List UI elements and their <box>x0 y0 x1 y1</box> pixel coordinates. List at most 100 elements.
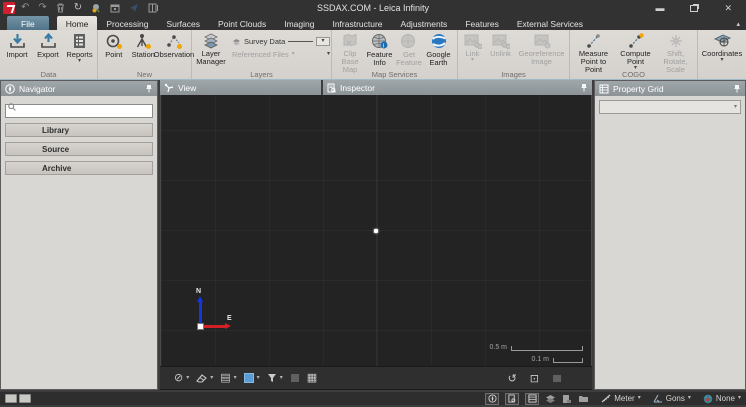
tab-processing[interactable]: Processing <box>97 16 157 30</box>
observation-button[interactable]: Observation <box>158 32 190 59</box>
sync-icon[interactable]: ↻ <box>74 3 82 13</box>
grid-toggle-button[interactable]: ▦ <box>307 373 317 384</box>
survey-data-row[interactable]: Survey Data ▾ <box>232 37 330 46</box>
georeference-image-label: Georeference Image <box>516 50 568 66</box>
search-input[interactable] <box>5 104 153 118</box>
pin-icon[interactable] <box>145 84 153 93</box>
archive-box-icon[interactable] <box>110 3 120 13</box>
measure-point-to-point-icon <box>585 33 603 49</box>
status-mini-button-2[interactable] <box>19 394 31 403</box>
edit-style-button[interactable]: ▾ <box>196 373 213 383</box>
navigator-panel: Navigator Library Source Archive <box>0 80 158 390</box>
tab-surfaces[interactable]: Surfaces <box>157 16 209 30</box>
feature-info-button[interactable]: i Feature Info <box>365 32 395 67</box>
navigator-section-library[interactable]: Library <box>5 123 153 137</box>
crs-dropdown[interactable]: None ▾ <box>703 394 741 404</box>
layers-more-dropdown[interactable]: ▾ <box>327 52 330 57</box>
view-tab[interactable]: View <box>160 80 321 95</box>
shift-rotate-scale-icon <box>668 33 684 49</box>
inspector-pin-icon[interactable] <box>580 83 588 92</box>
layer-visibility-button[interactable]: ▤▾ <box>220 373 236 384</box>
survey-data-style-dropdown[interactable]: ▾ <box>316 37 330 46</box>
property-grid-toggle-button[interactable] <box>525 393 539 405</box>
compute-point-button[interactable]: Compute Point ▾ <box>616 32 656 71</box>
map-canvas[interactable]: N E 0.5 m 0.1 m <box>160 95 592 366</box>
filter-button[interactable]: ▾ <box>267 373 283 383</box>
navigator-section-archive[interactable]: Archive <box>5 161 153 175</box>
unlink-label: Unlink <box>490 50 511 58</box>
window-layout-icon[interactable] <box>148 3 159 13</box>
tab-features[interactable]: Features <box>456 16 508 30</box>
restore-button[interactable] <box>690 5 698 12</box>
close-button[interactable]: ✕ <box>724 4 732 13</box>
navigator-section-source[interactable]: Source <box>5 142 153 156</box>
reset-rotation-button[interactable]: ↺ <box>508 372 517 385</box>
status-mini-button-1[interactable] <box>5 394 17 403</box>
tab-infrastructure[interactable]: Infrastructure <box>323 16 391 30</box>
import-button[interactable]: Import <box>2 32 33 59</box>
property-grid-header[interactable]: Property Grid <box>595 81 745 96</box>
layer-manager-button[interactable]: Layer Manager <box>193 32 229 66</box>
group-coordinates: Coordinates ▾ <box>698 30 746 79</box>
ribbon-tab-row: File Home Processing Surfaces Point Clou… <box>0 16 746 30</box>
display-mode-button[interactable]: ⊘▾ <box>174 373 189 384</box>
axis-north-arrow <box>199 301 202 323</box>
station-label: Station <box>132 51 155 59</box>
layers-status-icon[interactable] <box>545 394 556 404</box>
report-status-icon[interactable] <box>562 394 572 404</box>
inspector-toggle-button[interactable] <box>505 393 519 405</box>
tab-home[interactable]: Home <box>57 16 98 30</box>
property-grid-toggle-icon <box>528 394 537 403</box>
tab-imaging[interactable]: Imaging <box>275 16 323 30</box>
property-grid-pin-icon[interactable] <box>733 84 741 93</box>
link-button: Link ▾ <box>460 32 486 63</box>
layer-stack-icon: ▤ <box>220 373 230 384</box>
background-color-button[interactable]: ▾ <box>244 373 260 383</box>
group-map-services: Clip Base Map i Feature Info Get Feature… <box>332 30 458 79</box>
eraser-icon <box>196 373 207 383</box>
angle-unit-caret: ▾ <box>688 396 691 401</box>
delete-icon[interactable] <box>56 3 65 13</box>
project-status-icon[interactable] <box>578 394 589 403</box>
redo-icon[interactable]: ↷ <box>38 3 46 13</box>
export-button[interactable]: Export <box>33 32 64 59</box>
inspector-tab[interactable]: Inspector <box>323 80 592 95</box>
collapse-ribbon-icon[interactable]: ▴ <box>736 20 740 28</box>
google-earth-button[interactable]: Google Earth <box>424 32 454 67</box>
angle-unit-dropdown[interactable]: Gons ▾ <box>653 394 691 403</box>
group-layers: Layer Manager Survey Data ▾ Referenced F… <box>192 30 332 79</box>
distance-unit-value: Meter <box>614 394 634 403</box>
property-grid-body: ▾ <box>595 96 745 389</box>
main-area: Navigator Library Source Archive View In… <box>0 80 746 390</box>
feature-info-label: Feature Info <box>365 51 395 67</box>
status-bar: Meter ▾ Gons ▾ None ▾ <box>0 390 746 405</box>
property-grid-icon <box>599 84 609 94</box>
navigator-header[interactable]: Navigator <box>1 81 157 96</box>
tab-point-clouds[interactable]: Point Clouds <box>209 16 275 30</box>
view-panel-group: View Inspector N E 0.5 m <box>160 80 592 390</box>
tab-external-services[interactable]: External Services <box>508 16 592 30</box>
navigator-title: Navigator <box>19 84 55 94</box>
link-image-icon <box>464 33 482 49</box>
tab-adjustments[interactable]: Adjustments <box>392 16 457 30</box>
zoom-extents-button[interactable]: ⊡ <box>530 372 539 385</box>
coordinates-button[interactable]: Coordinates ▾ <box>699 32 745 63</box>
seal-icon[interactable] <box>91 3 101 13</box>
property-selector-combobox[interactable]: ▾ <box>599 100 741 114</box>
measure-point-to-point-button[interactable]: Measure Point to Point <box>572 32 616 74</box>
minimize-button[interactable]: ▬ <box>655 4 664 13</box>
observation-label: Observation <box>154 51 194 59</box>
distance-unit-dropdown[interactable]: Meter ▾ <box>601 394 640 403</box>
clip-base-map-icon <box>342 33 359 49</box>
referenced-files-row[interactable]: Referenced Files ▾ ▾ <box>232 50 330 59</box>
point-button[interactable]: Point <box>99 32 129 59</box>
google-earth-icon <box>430 33 448 50</box>
tab-file[interactable]: File <box>7 16 49 30</box>
send-icon[interactable] <box>129 3 139 13</box>
unlink-image-icon <box>492 33 510 49</box>
navigator-toggle-button[interactable] <box>485 393 499 405</box>
undo-icon[interactable]: ↶ <box>21 3 29 13</box>
origin-point-marker <box>374 229 378 233</box>
coordinates-dropdown-icon: ▾ <box>720 58 723 63</box>
reports-button[interactable]: Reports ▾ <box>64 32 96 64</box>
